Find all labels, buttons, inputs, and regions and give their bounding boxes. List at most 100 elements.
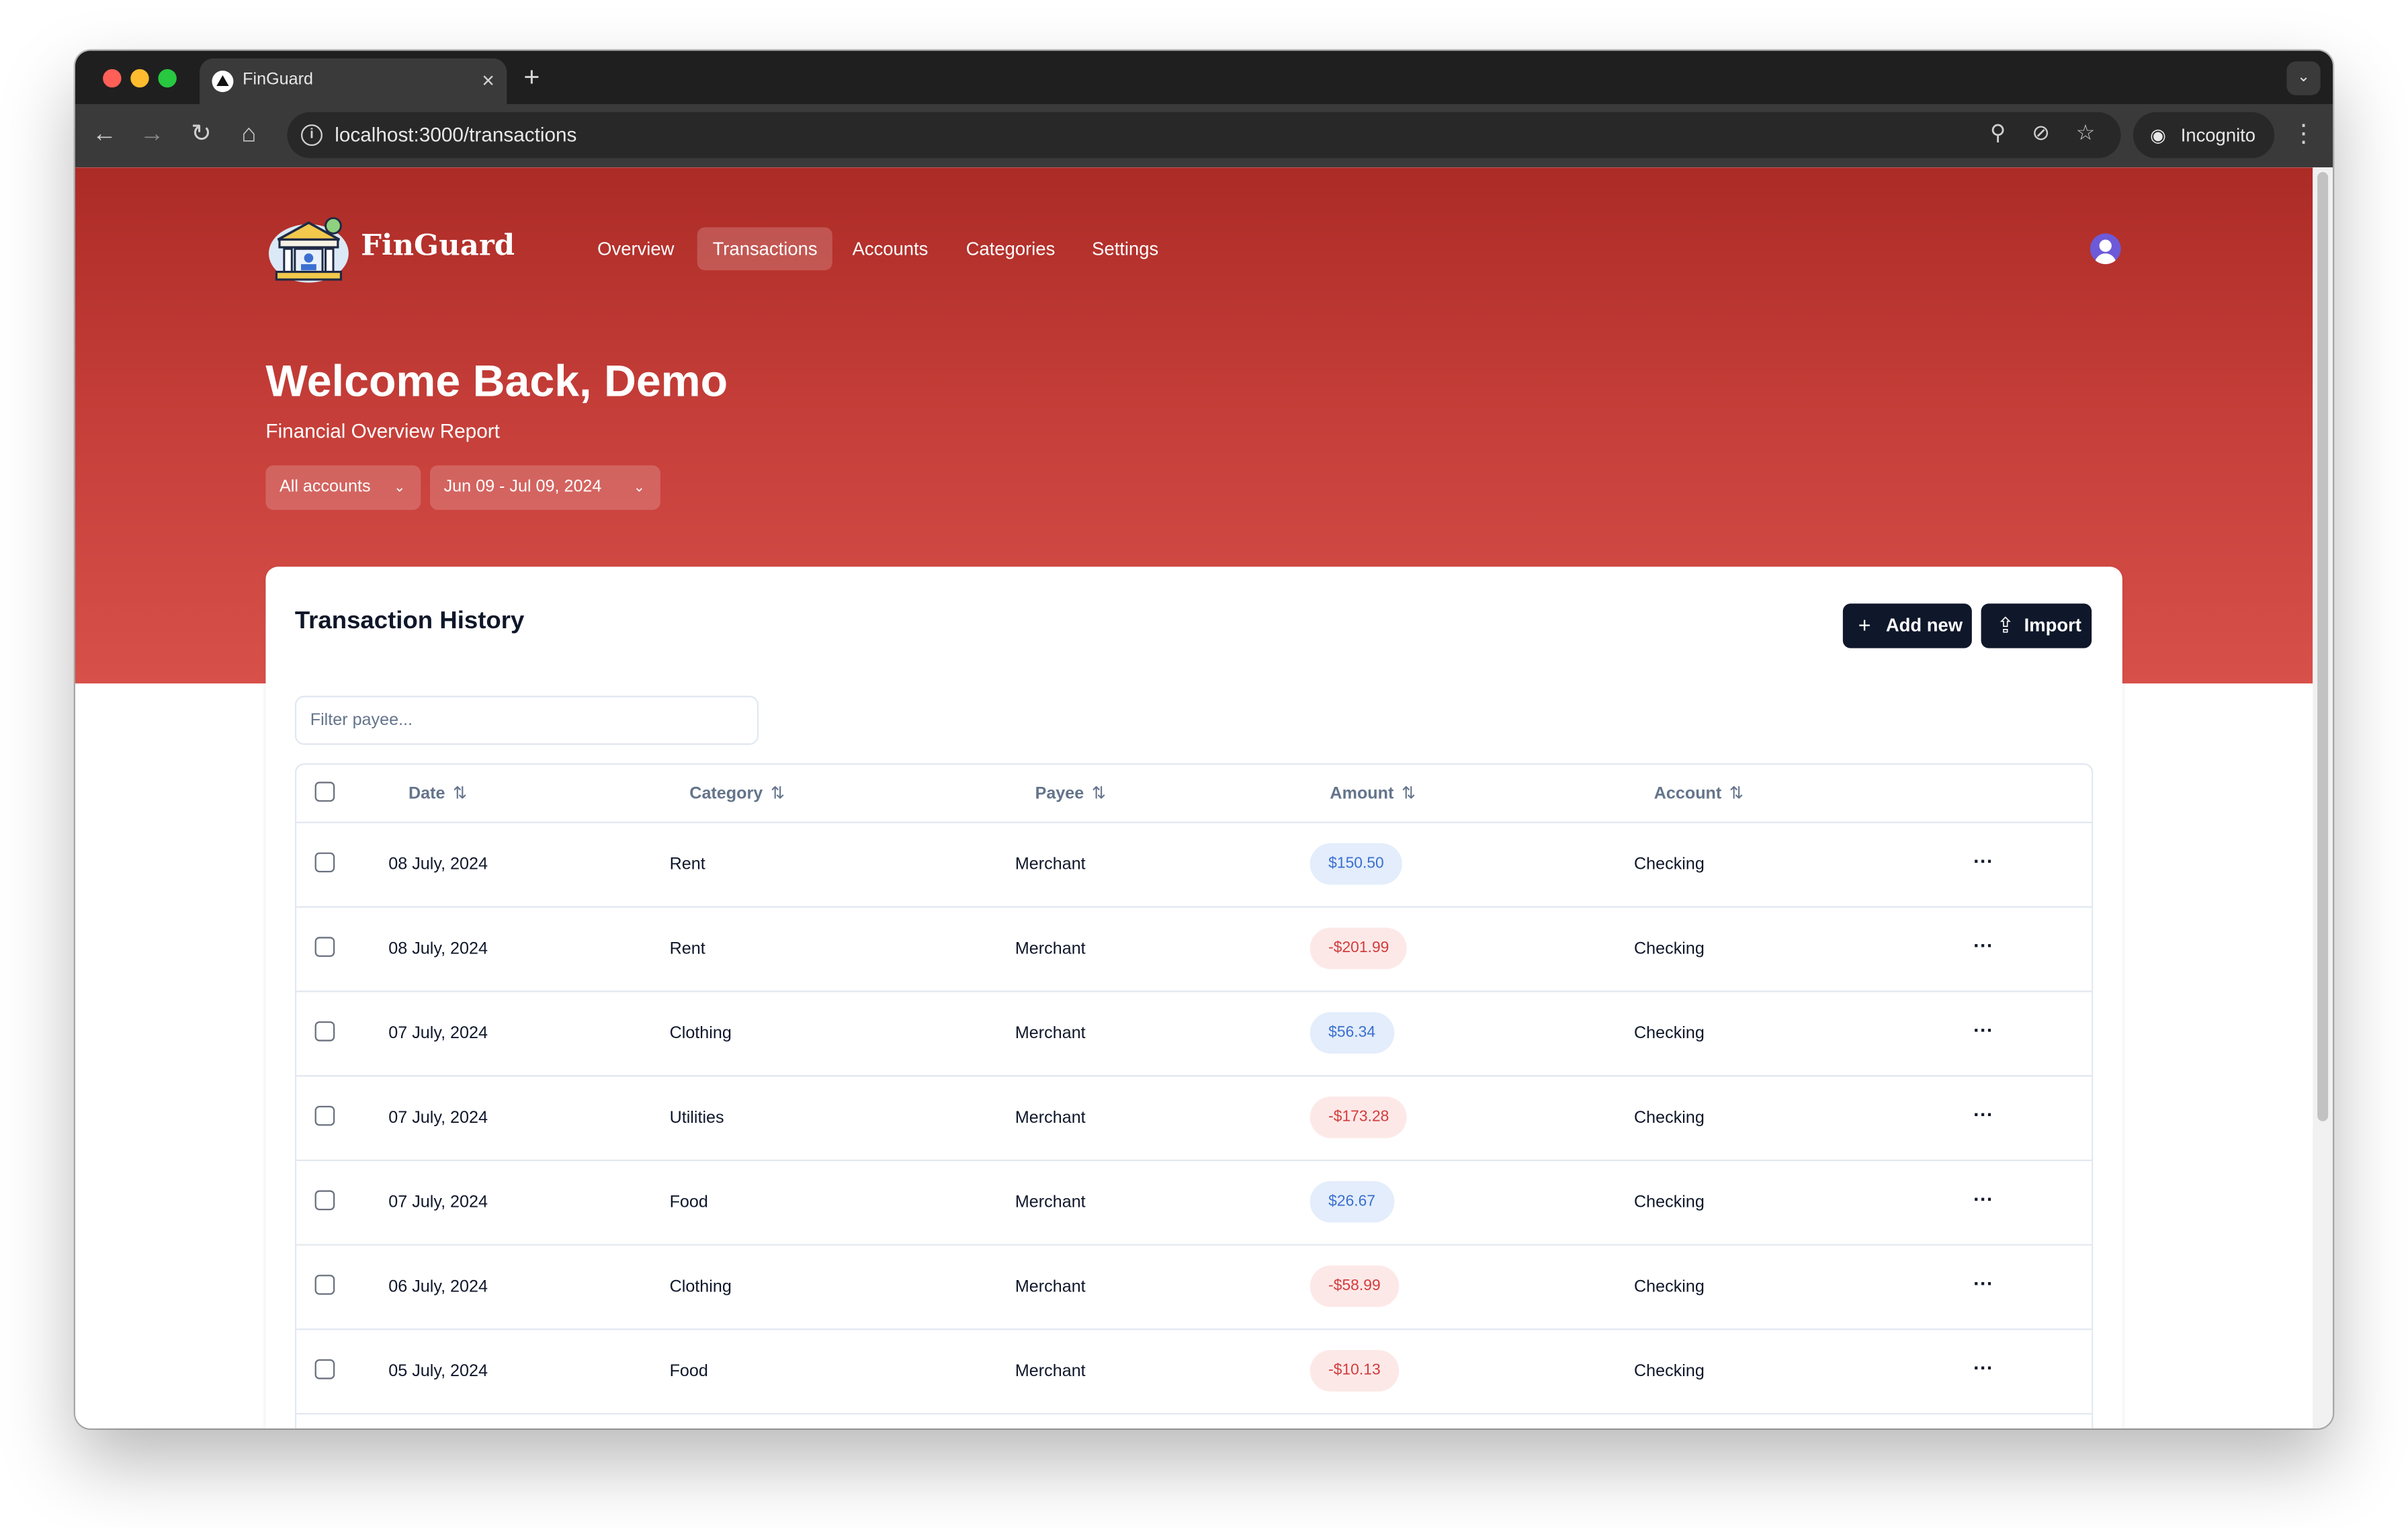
site-info-icon[interactable]: i bbox=[301, 124, 323, 146]
more-actions-icon[interactable]: ··· bbox=[1973, 1356, 1993, 1379]
sort-icon: ⇅ bbox=[1729, 785, 1744, 804]
new-tab-button[interactable]: + bbox=[523, 60, 540, 93]
account-filter-select[interactable]: All accounts ⌄ bbox=[265, 465, 421, 510]
row-checkbox[interactable] bbox=[314, 1275, 335, 1295]
column-payee[interactable]: Payee ⇅ bbox=[1035, 783, 1106, 804]
row-checkbox[interactable] bbox=[314, 1190, 335, 1211]
cell-account: Checking bbox=[1634, 1109, 1705, 1128]
tab-search-chevron-icon[interactable]: ⌄ bbox=[2286, 61, 2321, 95]
more-actions-icon[interactable]: ··· bbox=[1973, 1018, 1993, 1041]
column-amount[interactable]: Amount ⇅ bbox=[1330, 783, 1416, 804]
tab-title: FinGuard bbox=[243, 71, 313, 89]
table-row[interactable]: 05 July, 2024 Food Merchant -$10.13 Checking… bbox=[296, 1330, 2092, 1415]
browser-tab[interactable]: FinGuard × bbox=[200, 58, 507, 105]
amount-badge: -$10.13 bbox=[1309, 1350, 1400, 1392]
table-row[interactable]: 07 July, 2024 Clothing Merchant $56.34 Check… bbox=[296, 992, 2092, 1077]
row-checkbox[interactable] bbox=[314, 1021, 335, 1042]
incognito-indicator[interactable]: ◉ Incognito bbox=[2133, 112, 2275, 159]
import-button[interactable]: ⇪ Import bbox=[1981, 603, 2092, 648]
nav-categories[interactable]: Categories bbox=[951, 227, 1070, 270]
page-viewport: FinGuard Overview Transactions Accounts … bbox=[75, 167, 2313, 1429]
tab-strip: FinGuard × + ⌄ bbox=[75, 50, 2333, 105]
cell-category: Rent bbox=[669, 855, 705, 874]
column-account[interactable]: Account ⇅ bbox=[1654, 783, 1744, 804]
forward-arrow-icon[interactable]: → bbox=[135, 118, 169, 152]
user-avatar-icon[interactable] bbox=[2090, 233, 2121, 265]
more-actions-icon[interactable]: ··· bbox=[1973, 1187, 1993, 1210]
amount-badge: $150.50 bbox=[1309, 843, 1403, 885]
cell-account: Checking bbox=[1634, 1193, 1705, 1212]
chevron-down-icon: ⌄ bbox=[394, 479, 406, 495]
row-checkbox[interactable] bbox=[314, 937, 335, 958]
cell-category: Rent bbox=[669, 939, 705, 959]
cell-date: 05 July, 2024 bbox=[388, 1362, 488, 1381]
browser-menu-icon[interactable]: ⋮ bbox=[2291, 118, 2316, 152]
row-checkbox[interactable] bbox=[314, 1359, 335, 1380]
eye-off-icon[interactable]: ⊘ bbox=[2026, 120, 2057, 146]
cell-payee: Merchant bbox=[1015, 1277, 1086, 1297]
more-actions-icon[interactable]: ··· bbox=[1973, 1103, 1993, 1126]
more-actions-icon[interactable]: ··· bbox=[1973, 934, 1993, 957]
cell-date: 07 July, 2024 bbox=[388, 1109, 488, 1128]
maximize-window-button[interactable] bbox=[158, 69, 177, 88]
amount-badge: $26.67 bbox=[1309, 1181, 1394, 1223]
bookmark-star-icon[interactable]: ☆ bbox=[2070, 120, 2101, 146]
cell-category: Food bbox=[669, 1193, 708, 1212]
nav-transactions[interactable]: Transactions bbox=[697, 227, 833, 271]
amount-badge: -$58.99 bbox=[1309, 1265, 1400, 1308]
row-checkbox[interactable] bbox=[314, 1105, 335, 1126]
cell-date: 06 July, 2024 bbox=[388, 1277, 488, 1297]
column-category[interactable]: Category ⇅ bbox=[689, 783, 785, 803]
nav-settings[interactable]: Settings bbox=[1076, 227, 1174, 270]
cell-payee: Merchant bbox=[1015, 855, 1086, 874]
sort-icon: ⇅ bbox=[1401, 785, 1416, 804]
import-label: Import bbox=[2024, 614, 2081, 636]
tab-close-icon[interactable]: × bbox=[482, 66, 494, 93]
home-icon[interactable]: ⌂ bbox=[232, 118, 265, 152]
row-checkbox[interactable] bbox=[314, 852, 335, 873]
close-window-button[interactable] bbox=[103, 69, 122, 88]
back-arrow-icon[interactable]: ← bbox=[87, 118, 121, 152]
date-range-select[interactable]: Jun 09 - Jul 09, 2024 ⌄ bbox=[430, 465, 660, 510]
table-row[interactable]: 07 July, 2024 Utilities Merchant -$173.28 Ch… bbox=[296, 1076, 2092, 1162]
date-range-label: Jun 09 - Jul 09, 2024 bbox=[443, 477, 602, 497]
cell-date: 08 July, 2024 bbox=[388, 939, 488, 959]
page-title: Welcome Back, Demo bbox=[265, 357, 728, 407]
sort-icon: ⇅ bbox=[452, 785, 468, 804]
upload-icon: ⇪ bbox=[1996, 613, 2015, 638]
page-scrollbar[interactable] bbox=[2313, 167, 2333, 1429]
table-row[interactable]: 07 July, 2024 Food Merchant $26.67 Checking ·… bbox=[296, 1161, 2092, 1246]
column-date-label: Date bbox=[408, 785, 445, 804]
url-text[interactable]: localhost:3000/transactions bbox=[335, 123, 576, 146]
minimize-window-button[interactable] bbox=[130, 69, 149, 88]
reload-icon[interactable]: ↻ bbox=[184, 118, 218, 152]
nav-overview[interactable]: Overview bbox=[582, 227, 689, 270]
filter-payee-input[interactable] bbox=[294, 695, 759, 745]
more-actions-icon[interactable]: ··· bbox=[1973, 849, 1993, 872]
cell-account: Checking bbox=[1634, 1277, 1705, 1297]
brand-name[interactable]: FinGuard bbox=[361, 229, 515, 263]
amount-badge: $56.34 bbox=[1309, 1012, 1394, 1054]
nav-accounts[interactable]: Accounts bbox=[837, 227, 944, 270]
zoom-icon[interactable]: ⚲ bbox=[1983, 120, 2014, 146]
add-new-button[interactable]: + Add new bbox=[1842, 603, 1972, 648]
column-date[interactable]: Date ⇅ bbox=[408, 783, 468, 804]
address-bar[interactable]: i localhost:3000/transactions ⚲ ⊘ ☆ bbox=[287, 112, 2121, 159]
select-all-checkbox[interactable] bbox=[314, 781, 335, 802]
cell-payee: Merchant bbox=[1015, 1109, 1086, 1128]
column-amount-label: Amount bbox=[1330, 785, 1394, 804]
favicon-icon bbox=[212, 71, 234, 93]
table-row[interactable]: 08 July, 2024 Rent Merchant -$201.99 Checkin… bbox=[296, 908, 2092, 992]
cell-payee: Merchant bbox=[1015, 1362, 1086, 1381]
sort-icon: ⇅ bbox=[1091, 785, 1106, 804]
amount-badge: -$201.99 bbox=[1309, 927, 1408, 970]
table-header: Date ⇅ Category ⇅ Payee ⇅ Amount ⇅ Account ⇅ bbox=[296, 765, 2092, 824]
more-actions-icon[interactable]: ··· bbox=[1973, 1272, 1993, 1295]
browser-window: FinGuard × + ⌄ ← → ↻ ⌂ i localhost:3000/… bbox=[75, 50, 2333, 1429]
page-subtitle: Financial Overview Report bbox=[265, 419, 500, 443]
scrollbar-thumb[interactable] bbox=[2317, 172, 2329, 1121]
card-title: Transaction History bbox=[294, 608, 525, 635]
table-row[interactable]: 08 July, 2024 Rent Merchant $150.50 Checking… bbox=[296, 823, 2092, 908]
table-row[interactable]: 06 July, 2024 Clothing Merchant -$58.99 Chec… bbox=[296, 1246, 2092, 1330]
cell-account: Checking bbox=[1634, 939, 1705, 959]
